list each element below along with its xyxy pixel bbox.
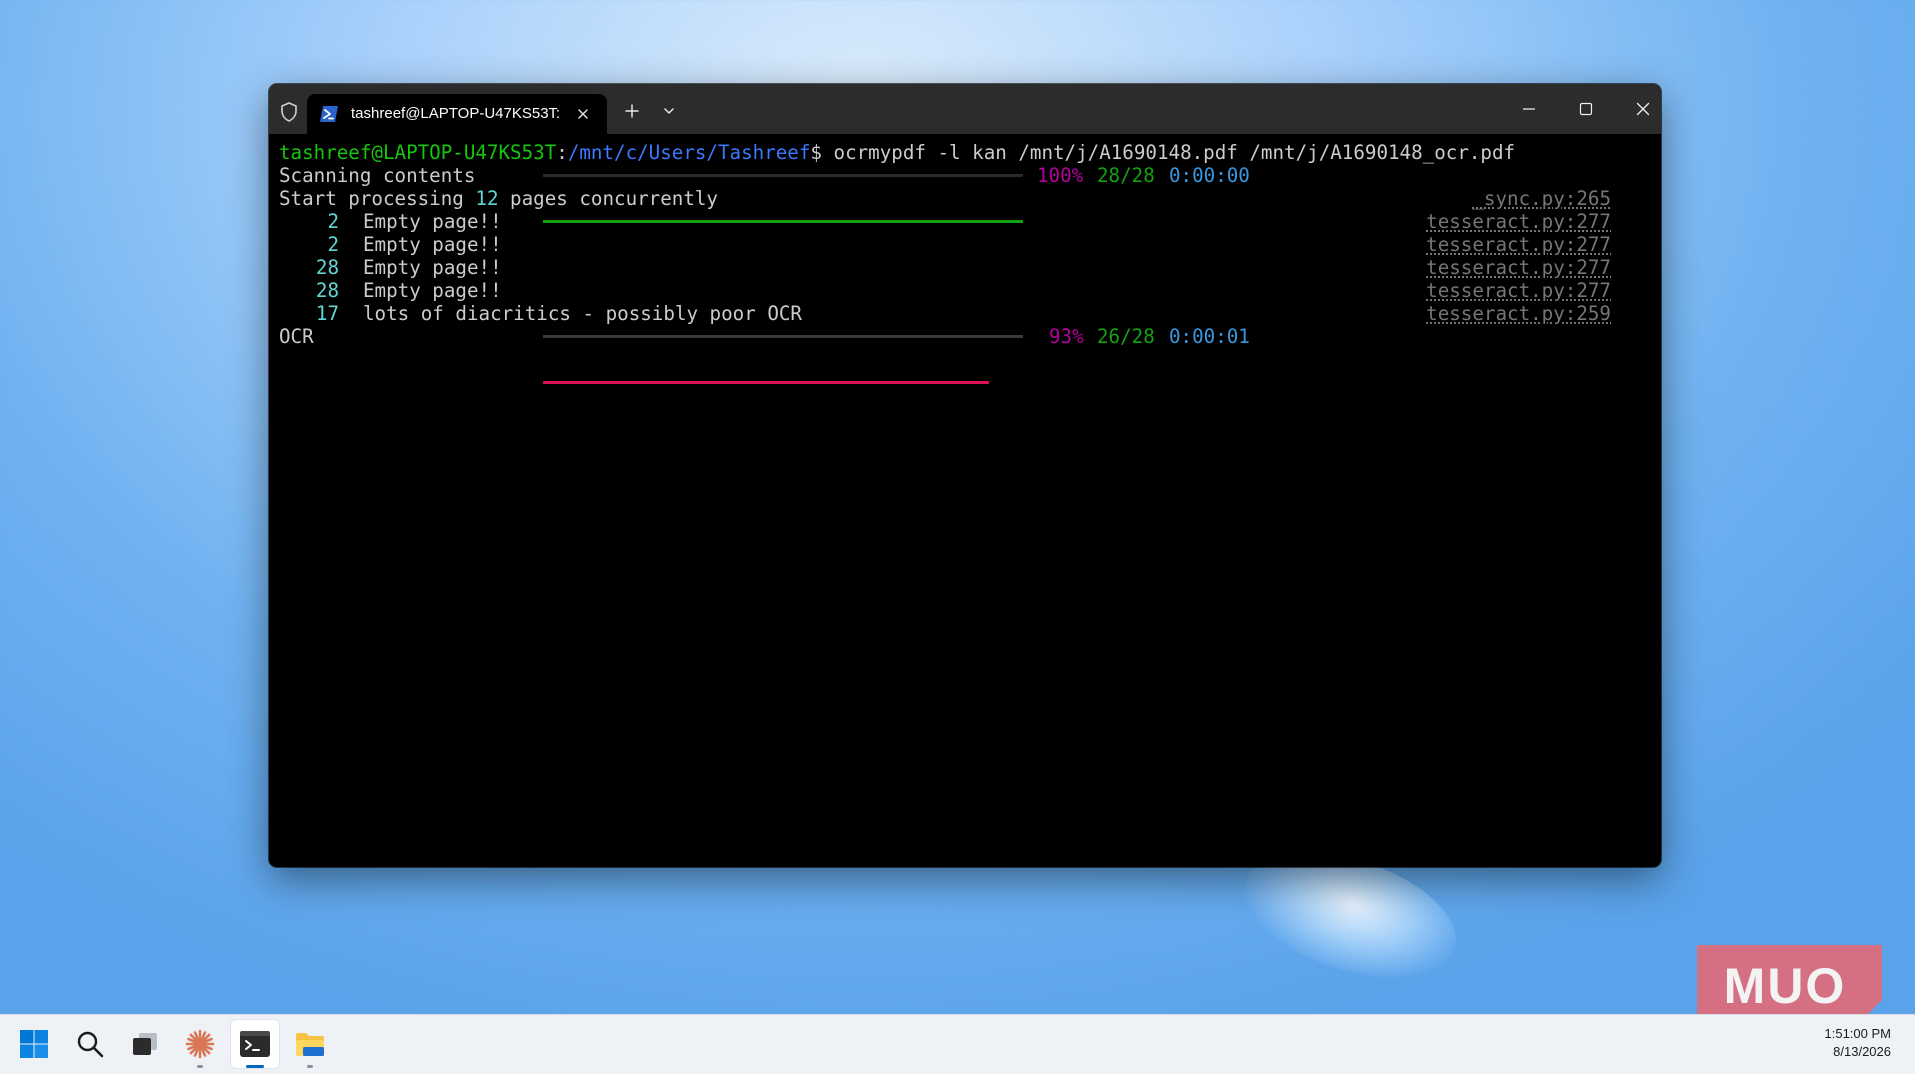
search-button[interactable] <box>66 1020 114 1068</box>
log-page: 28 <box>315 256 339 279</box>
log-message: Empty page!! <box>363 210 502 233</box>
tab-title: tashreef@LAPTOP-U47KS53T: <box>351 105 561 122</box>
claude-app-button[interactable] <box>176 1020 224 1068</box>
title-bar[interactable]: tashreef@LAPTOP-U47KS53T: <box>269 84 1661 134</box>
chevron-down-icon <box>664 108 674 114</box>
new-tab-button[interactable] <box>621 100 643 122</box>
log-page: 28 <box>315 279 339 302</box>
file-explorer-icon <box>296 1033 324 1056</box>
ocr-percent: 93% <box>1049 325 1084 348</box>
file-explorer-button[interactable] <box>286 1020 334 1068</box>
scan-percent: 100% <box>1037 164 1084 187</box>
log-page: 2 <box>327 210 339 233</box>
system-clock[interactable]: 1:51:00 PM 8/13/2026 <box>1825 1025 1892 1061</box>
command-text: ocrmypdf -l kan /mnt/j/A1690148.pdf /mnt… <box>833 141 1516 164</box>
search-icon <box>77 1031 104 1058</box>
task-view-icon <box>133 1033 157 1055</box>
log-source: tesseract.py:277 <box>1426 233 1611 256</box>
log-message: lots of diacritics - possibly poor OCR <box>363 302 802 325</box>
close-icon <box>1636 102 1650 116</box>
log-page: 2 <box>327 233 339 256</box>
close-icon[interactable] <box>575 106 591 122</box>
scan-progress-line: Scanning contents 100% 28/28 0:00:00 <box>279 164 1651 223</box>
log-line: 28 Empty page!! tesseract.py:277 <box>279 256 1651 279</box>
log-message: Empty page!! <box>363 279 502 302</box>
shield-icon[interactable] <box>277 100 301 124</box>
log-line: 17 lots of diacritics - possibly poor OC… <box>279 302 1651 325</box>
prompt-symbol: $ <box>810 141 834 164</box>
log-source: tesseract.py:277 <box>1426 256 1611 279</box>
terminal-window[interactable]: tashreef@LAPTOP-U47KS53T: tashreef@LAPTO… <box>269 84 1661 867</box>
taskbar: 1:51:00 PM 8/13/2026 <box>0 1014 1915 1074</box>
command-line: tashreef@LAPTOP-U47KS53T:/mnt/c/Users/Ta… <box>279 141 1651 164</box>
ocr-progress-line: OCR 93% 26/28 0:00:01 <box>279 325 1651 384</box>
start-suffix: pages concurrently <box>498 187 718 210</box>
tab-dropdown-button[interactable] <box>660 103 678 119</box>
start-button[interactable] <box>10 1020 58 1068</box>
ocr-time: 0:00:01 <box>1169 325 1250 348</box>
plus-icon <box>625 104 639 118</box>
scan-time: 0:00:00 <box>1169 164 1250 187</box>
scan-progress-track <box>543 174 1023 223</box>
claude-icon <box>185 1029 215 1059</box>
muo-logo-text: MUO <box>1724 958 1847 1014</box>
powershell-icon <box>319 105 339 123</box>
log-page: 17 <box>315 302 339 325</box>
ocr-count: 26/28 <box>1097 325 1155 348</box>
log-line: 28 Empty page!! tesseract.py:277 <box>279 279 1651 302</box>
scan-label: Scanning contents <box>279 164 476 187</box>
windows-start-icon <box>20 1030 48 1058</box>
terminal-output[interactable]: tashreef@LAPTOP-U47KS53T:/mnt/c/Users/Ta… <box>279 141 1651 384</box>
log-source: _sync.py:265 <box>1472 187 1611 210</box>
start-processing-line: Start processing 12 pages concurrently _… <box>279 187 1651 210</box>
prompt-colon: : <box>556 141 568 164</box>
ocr-progress-track <box>543 335 1023 384</box>
close-window-button[interactable] <box>1615 84 1661 134</box>
running-indicator <box>307 1065 313 1068</box>
log-source: tesseract.py:277 <box>1426 279 1611 302</box>
start-count: 12 <box>475 187 499 210</box>
terminal-icon <box>240 1031 270 1057</box>
ocr-progress-fill <box>543 381 990 384</box>
clock-date: 8/13/2026 <box>1833 1044 1891 1059</box>
tab-terminal[interactable]: tashreef@LAPTOP-U47KS53T: <box>307 94 607 134</box>
prompt-user: tashreef@LAPTOP-U47KS53T <box>279 141 557 164</box>
prompt-path: /mnt/c/Users/Tashreef <box>567 141 811 164</box>
log-message: Empty page!! <box>363 256 502 279</box>
terminal-app-button[interactable] <box>231 1020 279 1068</box>
log-line: 2 Empty page!! tesseract.py:277 <box>279 210 1651 233</box>
task-view-button[interactable] <box>121 1020 169 1068</box>
maximize-button[interactable] <box>1558 84 1614 134</box>
running-indicator <box>197 1065 203 1068</box>
log-line: 2 Empty page!! tesseract.py:277 <box>279 233 1651 256</box>
minimize-button[interactable] <box>1501 84 1557 134</box>
log-message: Empty page!! <box>363 233 502 256</box>
scan-count: 28/28 <box>1097 164 1155 187</box>
log-source: tesseract.py:259 <box>1426 302 1611 325</box>
maximize-icon <box>1579 102 1593 116</box>
active-indicator <box>246 1065 264 1068</box>
log-source: tesseract.py:277 <box>1426 210 1611 233</box>
ocr-label: OCR <box>279 325 314 348</box>
clock-time: 1:51:00 PM <box>1824 1026 1892 1041</box>
start-prefix: Start processing <box>279 187 476 210</box>
minimize-icon <box>1523 108 1535 110</box>
